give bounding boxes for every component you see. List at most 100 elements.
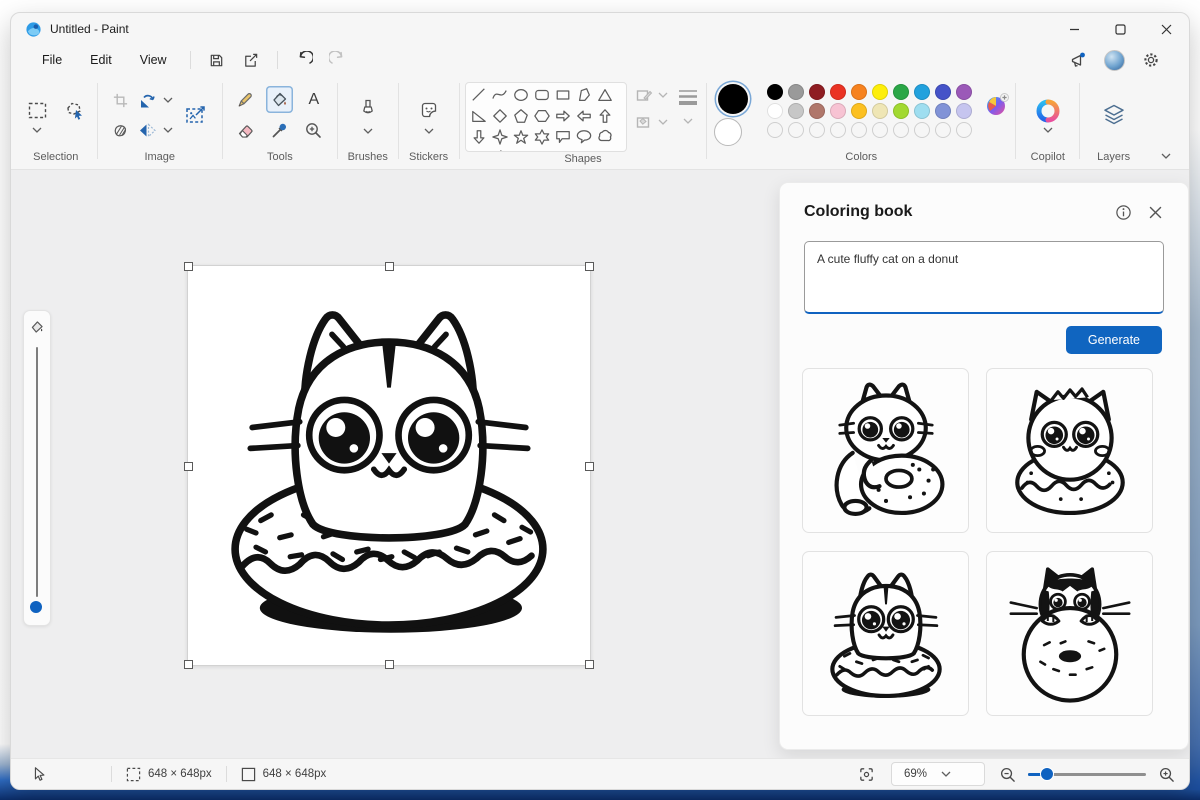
secondary-color-swatch[interactable] (714, 118, 743, 146)
menu-view[interactable]: View (127, 49, 180, 71)
menu-edit[interactable]: Edit (77, 49, 125, 71)
shapes-gallery[interactable] (465, 82, 628, 152)
shape-pentagon[interactable] (510, 105, 531, 126)
panel-close-button[interactable] (1142, 199, 1168, 225)
shape-fill-icon[interactable] (635, 113, 653, 131)
slider-track[interactable] (35, 347, 38, 597)
thumbnail-option-2[interactable] (986, 368, 1153, 533)
shape-rounded-speech-bubble[interactable] (552, 126, 573, 147)
palette-swatch[interactable] (913, 102, 930, 119)
palette-swatch[interactable] (871, 102, 888, 119)
thumbnail-option-4[interactable] (986, 551, 1153, 716)
maximize-button[interactable] (1097, 13, 1143, 45)
palette-swatch[interactable] (871, 83, 888, 100)
settings-button[interactable] (1135, 47, 1167, 73)
shape-outline-chevron-icon[interactable] (658, 92, 668, 98)
shape-six-point-star[interactable] (531, 126, 552, 147)
selection-handle[interactable] (585, 262, 594, 271)
shape-down-arrow[interactable] (468, 126, 489, 147)
shape-oval-speech-bubble[interactable] (573, 126, 594, 147)
stroke-size-chevron-icon[interactable] (683, 118, 693, 124)
thumbnail-option-1[interactable] (802, 368, 969, 533)
close-button[interactable] (1143, 13, 1189, 45)
palette-swatch[interactable] (913, 83, 930, 100)
layers-button[interactable] (1101, 102, 1127, 128)
selection-handle[interactable] (184, 660, 193, 669)
palette-empty-slot[interactable] (766, 121, 783, 138)
menu-file[interactable]: File (29, 49, 75, 71)
primary-color-swatch[interactable] (718, 84, 749, 114)
palette-swatch[interactable] (892, 83, 909, 100)
palette-empty-slot[interactable] (808, 121, 825, 138)
rotate-button[interactable] (134, 87, 161, 114)
panel-info-button[interactable] (1110, 199, 1136, 225)
rectangle-select-button[interactable] (24, 97, 51, 124)
shape-diamond[interactable] (489, 105, 510, 126)
selection-handle[interactable] (184, 462, 193, 471)
brushes-button[interactable] (354, 97, 381, 124)
palette-empty-slot[interactable] (829, 121, 846, 138)
copilot-dropdown-chevron-icon[interactable] (1043, 127, 1053, 133)
selection-handle[interactable] (385, 262, 394, 271)
palette-swatch[interactable] (787, 83, 804, 100)
shape-fill-chevron-icon[interactable] (658, 119, 668, 125)
feedback-button[interactable] (1062, 47, 1094, 73)
share-button[interactable] (235, 47, 267, 73)
shape-polygon[interactable] (573, 84, 594, 105)
selection-handle[interactable] (385, 660, 394, 669)
shape-heart[interactable] (468, 147, 489, 151)
selection-handle[interactable] (585, 660, 594, 669)
brushes-dropdown-chevron-icon[interactable] (363, 128, 373, 134)
palette-swatch[interactable] (934, 102, 951, 119)
save-button[interactable] (201, 47, 233, 73)
resize-button[interactable] (179, 98, 213, 132)
shape-line[interactable] (468, 84, 489, 105)
rotate-dropdown-chevron-icon[interactable] (163, 97, 173, 103)
edit-colors-button[interactable] (984, 92, 1010, 118)
stickers-dropdown-chevron-icon[interactable] (424, 128, 434, 134)
account-avatar[interactable] (1104, 49, 1125, 71)
palette-swatch[interactable] (808, 83, 825, 100)
pencil-tool-button[interactable] (232, 86, 259, 113)
eraser-tool-button[interactable] (232, 117, 259, 144)
minimize-button[interactable] (1051, 13, 1097, 45)
thumbnail-option-3[interactable] (802, 551, 969, 716)
palette-swatch[interactable] (766, 83, 783, 100)
copilot-button[interactable] (1035, 98, 1061, 124)
shape-triangle[interactable] (594, 84, 615, 105)
fit-to-screen-button[interactable] (858, 766, 875, 783)
palette-empty-slot[interactable] (871, 121, 888, 138)
magnifier-tool-button[interactable] (300, 117, 327, 144)
palette-empty-slot[interactable] (787, 121, 804, 138)
palette-empty-slot[interactable] (913, 121, 930, 138)
stickers-button[interactable] (415, 97, 442, 124)
selection-dropdown-chevron-icon[interactable] (32, 127, 42, 133)
shape-curve[interactable] (489, 84, 510, 105)
undo-button[interactable] (288, 47, 320, 73)
shape-up-arrow[interactable] (594, 105, 615, 126)
shape-lightning[interactable] (489, 147, 510, 151)
palette-swatch[interactable] (829, 83, 846, 100)
shape-cloud-bubble[interactable] (594, 126, 615, 147)
selection-handle[interactable] (184, 262, 193, 271)
shape-hexagon[interactable] (531, 105, 552, 126)
palette-swatch[interactable] (892, 102, 909, 119)
flip-button[interactable] (134, 117, 161, 144)
shape-rounded-rectangle[interactable] (531, 84, 552, 105)
palette-empty-slot[interactable] (892, 121, 909, 138)
selection-handle[interactable] (585, 462, 594, 471)
shape-oval[interactable] (510, 84, 531, 105)
zoom-slider[interactable] (1028, 767, 1146, 781)
palette-swatch[interactable] (955, 83, 972, 100)
remove-background-button[interactable] (107, 117, 134, 144)
palette-empty-slot[interactable] (955, 121, 972, 138)
slider-thumb[interactable] (30, 601, 42, 613)
palette-swatch[interactable] (850, 102, 867, 119)
paint-canvas[interactable] (184, 262, 594, 669)
shape-right-triangle[interactable] (468, 105, 489, 126)
text-tool-button[interactable]: A (300, 86, 327, 113)
palette-swatch[interactable] (934, 83, 951, 100)
zoom-slider-thumb[interactable] (1040, 767, 1054, 781)
shape-rectangle[interactable] (552, 84, 573, 105)
palette-swatch[interactable] (850, 83, 867, 100)
